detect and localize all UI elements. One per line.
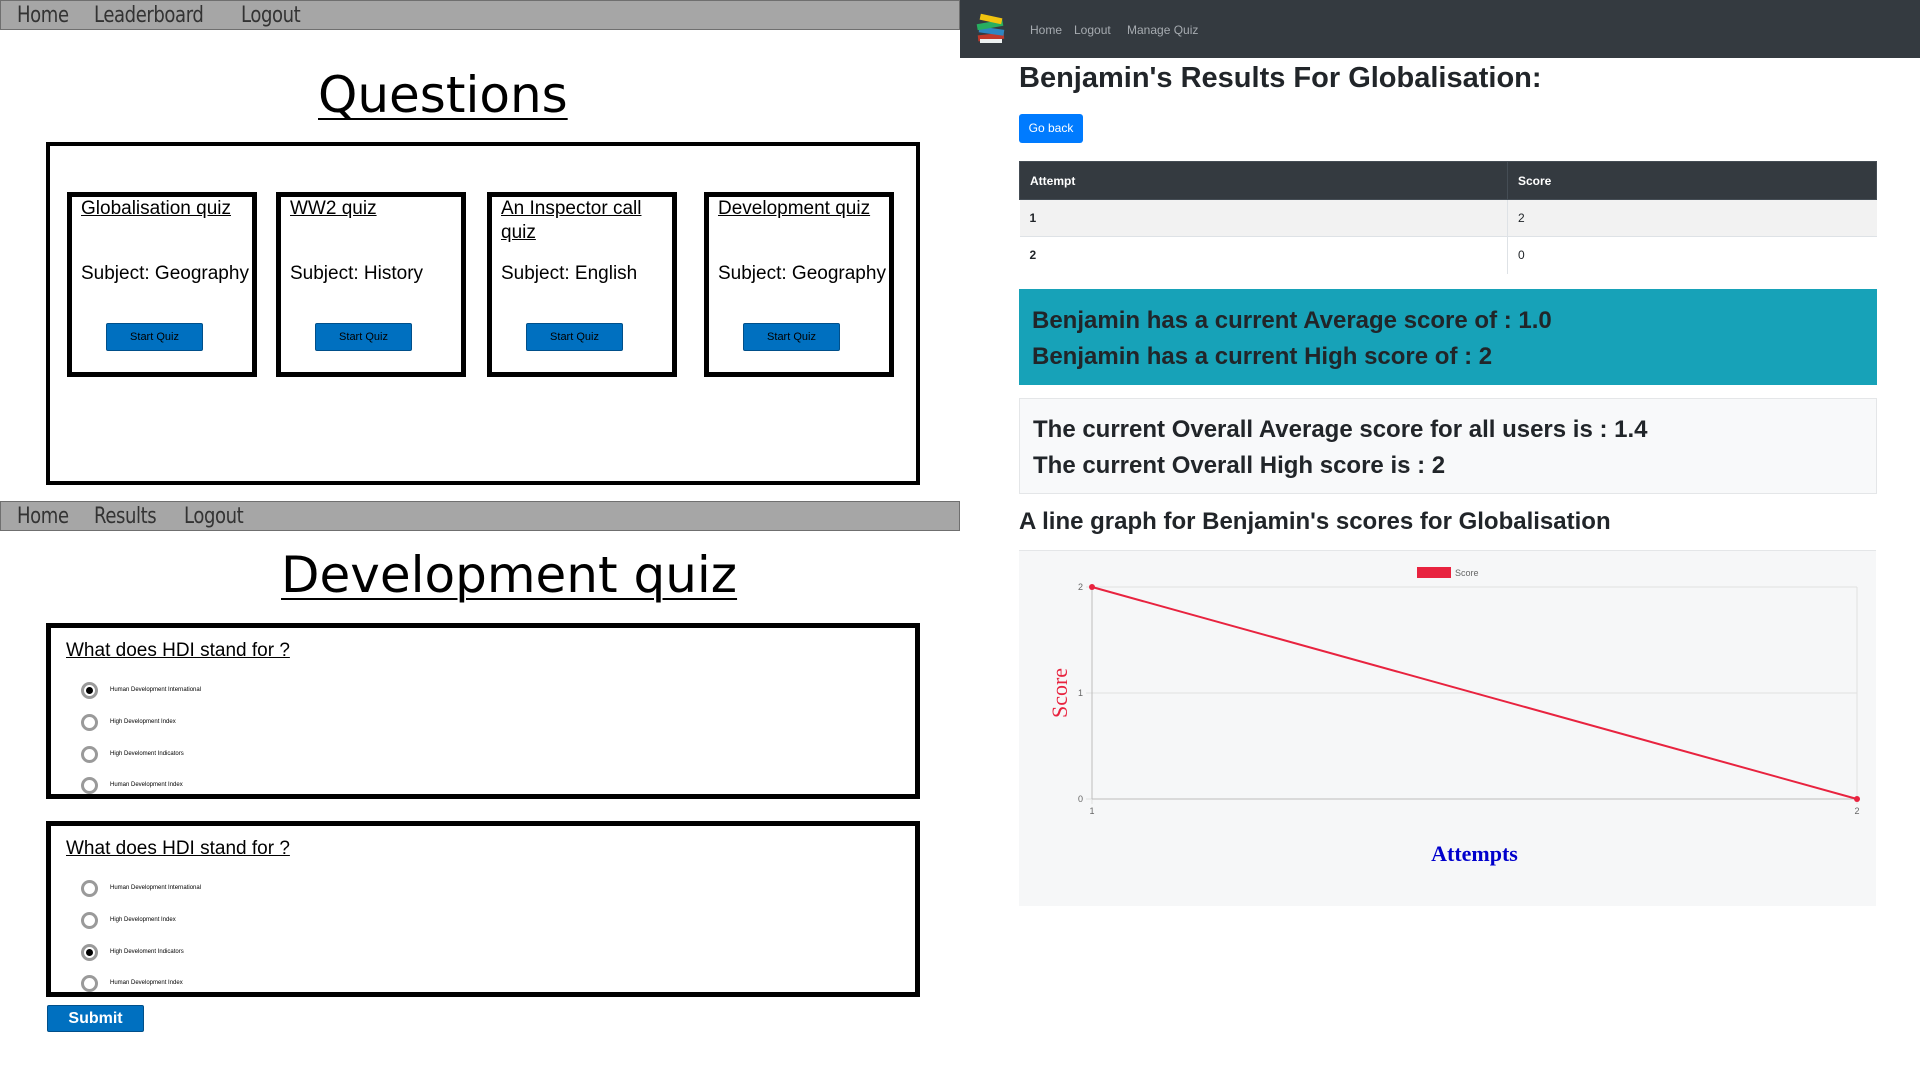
answer-option[interactable]: High Develoment Indicators bbox=[81, 942, 184, 962]
column-header-attempt: Attempt bbox=[1019, 161, 1508, 200]
x-tick-label: 2 bbox=[1854, 806, 1859, 816]
quiz-title: Development quiz bbox=[281, 546, 738, 604]
option-label: Human Development Index bbox=[110, 980, 183, 986]
score-cell: 0 bbox=[1507, 236, 1877, 274]
results-title: Benjamin's Results For Globalisation: bbox=[1019, 62, 1542, 94]
radio-button[interactable] bbox=[81, 911, 98, 929]
y-tick-label: 2 bbox=[1078, 582, 1083, 592]
option-label: Human Development International bbox=[110, 687, 202, 693]
quiz-subject: Subject: Geography bbox=[81, 263, 249, 284]
question-text: What does HDI stand for ? bbox=[66, 838, 290, 859]
overall-stats-card: The current Overall Average score for al… bbox=[1019, 398, 1877, 494]
x-tick-label: 1 bbox=[1089, 806, 1094, 816]
table-row: 1 2 bbox=[1019, 199, 1877, 237]
scores-table: Attempt Score 1 2 2 0 bbox=[1019, 161, 1877, 274]
legend-label: Score bbox=[1455, 568, 1479, 578]
user-stats-alert: Benjamin has a current Average score of … bbox=[1019, 289, 1877, 385]
question-text: What does HDI stand for ? bbox=[66, 640, 290, 661]
nav-home-link[interactable]: Home bbox=[1030, 23, 1062, 37]
data-point bbox=[1854, 796, 1860, 802]
quiz-card: Globalisation quiz Subject: Geography St… bbox=[67, 192, 257, 377]
nav-logout-link[interactable]: Logout bbox=[241, 3, 301, 28]
quiz-name[interactable]: An Inspector call quiz bbox=[501, 197, 671, 245]
radio-button-checked[interactable] bbox=[81, 681, 98, 699]
option-label: Human Development Index bbox=[110, 782, 183, 788]
quiz-name[interactable]: WW2 quiz bbox=[290, 197, 460, 221]
start-quiz-button[interactable]: Start Quiz bbox=[315, 323, 412, 351]
x-axis-title: Attempts bbox=[1431, 841, 1518, 866]
answer-option[interactable]: Human Development International bbox=[81, 878, 201, 898]
table-header-row: Attempt Score bbox=[1019, 161, 1877, 200]
wireframe-navbar: Home Leaderboard Logout bbox=[0, 0, 960, 30]
app-navbar: Home Logout Manage Quiz bbox=[960, 0, 1920, 58]
option-label: High Develoment Indicators bbox=[110, 751, 184, 757]
table-row: 2 0 bbox=[1019, 236, 1877, 274]
option-label: High Development Index bbox=[110, 719, 176, 725]
overall-high-score: The current Overall High score is : 2 bbox=[1033, 452, 1446, 479]
answer-option[interactable]: Human Development Index bbox=[81, 973, 183, 993]
start-quiz-button[interactable]: Start Quiz bbox=[743, 323, 840, 351]
nav-logout-link[interactable]: Logout bbox=[184, 504, 244, 529]
nav-leaderboard-link[interactable]: Leaderboard bbox=[94, 3, 204, 28]
user-high-score: Benjamin has a current High score of : 2 bbox=[1032, 343, 1493, 370]
line-chart-card: 0 1 2 1 2 Score Attempts Score bbox=[1019, 550, 1876, 906]
quiz-name[interactable]: Development quiz bbox=[718, 197, 888, 221]
answer-option[interactable]: Human Development International bbox=[81, 680, 201, 700]
nav-home-link[interactable]: Home bbox=[17, 3, 69, 28]
books-icon[interactable] bbox=[974, 12, 1008, 46]
answer-option[interactable]: High Development Index bbox=[81, 712, 176, 732]
quiz-subject: Subject: Geography bbox=[718, 263, 886, 284]
attempt-cell: 1 bbox=[1019, 199, 1508, 237]
quiz-subject: Subject: English bbox=[501, 263, 638, 284]
submit-button[interactable]: Submit bbox=[47, 1005, 144, 1032]
y-tick-label: 0 bbox=[1078, 794, 1083, 804]
radio-button[interactable] bbox=[81, 879, 98, 897]
start-quiz-button[interactable]: Start Quiz bbox=[526, 323, 623, 351]
y-axis-title: Score bbox=[1047, 668, 1072, 718]
question-card: What does HDI stand for ? Human Developm… bbox=[46, 623, 920, 799]
attempt-cell: 2 bbox=[1019, 236, 1508, 274]
question-card: What does HDI stand for ? Human Developm… bbox=[46, 821, 920, 997]
nav-results-link[interactable]: Results bbox=[94, 504, 157, 529]
quiz-name[interactable]: Globalisation quiz bbox=[81, 197, 251, 221]
option-label: High Develoment Indicators bbox=[110, 949, 184, 955]
overall-average-score: The current Overall Average score for al… bbox=[1033, 416, 1648, 443]
quiz-subject: Subject: History bbox=[290, 263, 424, 284]
score-cell: 2 bbox=[1507, 199, 1877, 237]
option-label: High Development Index bbox=[110, 917, 176, 923]
option-label: Human Development International bbox=[110, 885, 202, 891]
start-quiz-button[interactable]: Start Quiz bbox=[106, 323, 203, 351]
wireframes-panel: Home Leaderboard Logout Questions Global… bbox=[0, 0, 960, 1080]
go-back-button[interactable]: Go back bbox=[1019, 114, 1083, 143]
user-average-score: Benjamin has a current Average score of … bbox=[1032, 307, 1552, 334]
legend-swatch bbox=[1417, 567, 1451, 578]
data-point bbox=[1089, 584, 1095, 590]
y-tick-label: 1 bbox=[1078, 688, 1083, 698]
quiz-card: Development quiz Subject: Geography Star… bbox=[704, 192, 894, 377]
radio-button[interactable] bbox=[81, 974, 98, 992]
nav-logout-link[interactable]: Logout bbox=[1074, 23, 1111, 37]
wireframe-navbar: Home Results Logout bbox=[0, 501, 960, 531]
results-app: Home Logout Manage Quiz Benjamin's Resul… bbox=[960, 0, 1920, 1080]
radio-button[interactable] bbox=[81, 745, 98, 763]
radio-button[interactable] bbox=[81, 713, 98, 731]
nav-manage-quiz-link[interactable]: Manage Quiz bbox=[1127, 23, 1198, 37]
graph-title: A line graph for Benjamin's scores for G… bbox=[1019, 508, 1611, 535]
answer-option[interactable]: High Development Index bbox=[81, 910, 176, 930]
radio-button[interactable] bbox=[81, 776, 98, 794]
line-chart: 0121 2ScoreAttemptsScore bbox=[1047, 567, 1860, 866]
radio-button-checked[interactable] bbox=[81, 943, 98, 961]
column-header-score: Score bbox=[1507, 161, 1877, 200]
quiz-card: An Inspector call quiz Subject: English … bbox=[487, 192, 677, 377]
answer-option[interactable]: High Develoment Indicators bbox=[81, 744, 184, 764]
quiz-card: WW2 quiz Subject: History Start Quiz bbox=[276, 192, 466, 377]
answer-option[interactable]: Human Development Index bbox=[81, 775, 183, 795]
nav-home-link[interactable]: Home bbox=[17, 504, 69, 529]
page-title: Questions bbox=[318, 66, 568, 124]
